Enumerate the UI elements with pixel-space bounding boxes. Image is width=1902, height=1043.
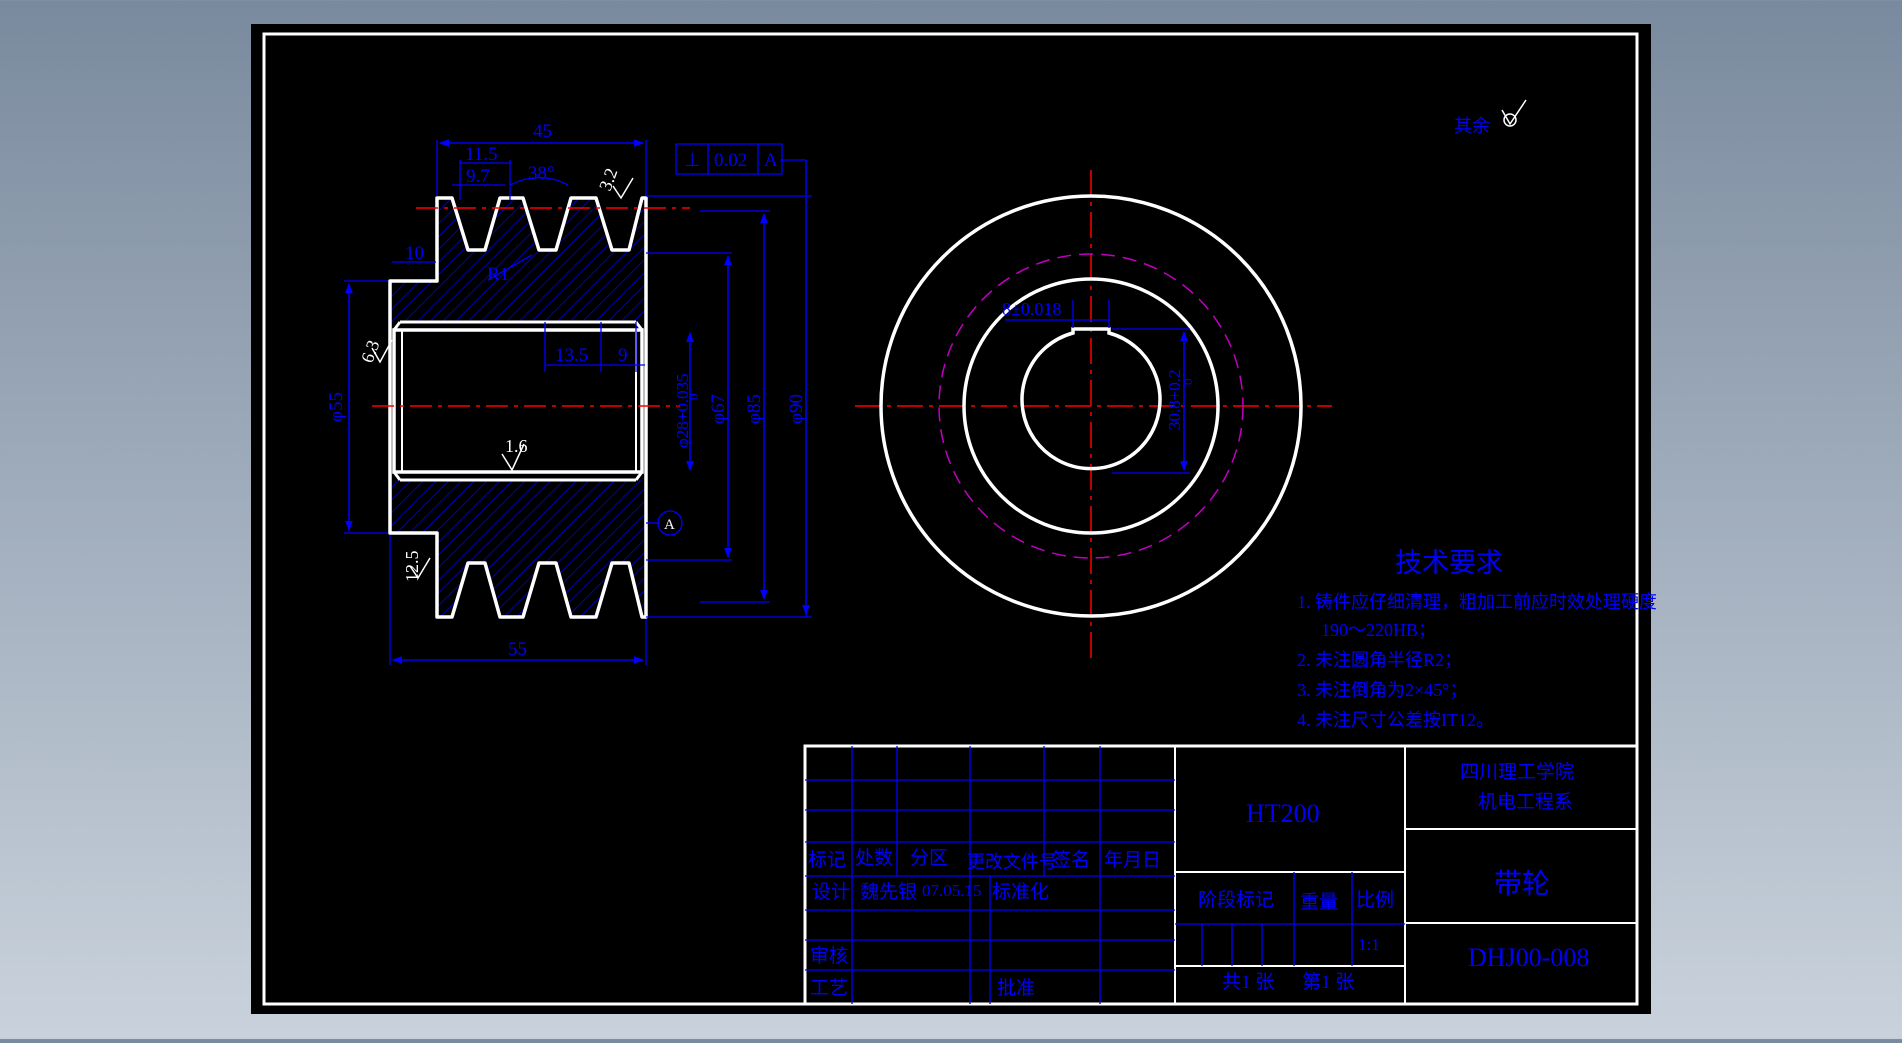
dim-45: 45 bbox=[533, 121, 552, 142]
drawing-number: DHJ00-008 bbox=[1468, 943, 1589, 972]
roughness-12-5: 12.5 bbox=[402, 551, 422, 583]
keyway-depth-dim: 30.8+0.2 bbox=[1165, 369, 1184, 430]
tech-item-1b: 190～220HB； bbox=[1321, 620, 1436, 640]
header-zone: 分区 bbox=[910, 847, 948, 869]
design-date: 07.05.15 bbox=[922, 881, 982, 900]
dim-dia-90: φ90 bbox=[786, 394, 807, 424]
dim-dia-55: φ55 bbox=[326, 392, 347, 422]
tech-requirements-title: 技术要求 bbox=[1395, 548, 1503, 578]
dim-dia-28-low: 0 bbox=[686, 394, 701, 401]
tolerance-value: 0.02 bbox=[714, 150, 747, 171]
dim-38-deg: 38° bbox=[528, 163, 555, 184]
stage-mark-label: 阶段标记 bbox=[1198, 889, 1274, 911]
approve-label: 批准 bbox=[997, 977, 1035, 999]
dim-dia-67: φ67 bbox=[708, 394, 729, 424]
tolerance-datum: A bbox=[764, 150, 778, 171]
weight-label: 重量 bbox=[1300, 891, 1338, 913]
dim-13-5: 13.5 bbox=[555, 345, 588, 366]
roughness-1-6: 1.6 bbox=[505, 436, 528, 456]
designer-name: 魏先银 bbox=[860, 881, 917, 903]
header-change-doc: 更改文件号 bbox=[967, 852, 1057, 872]
dim-r1: R1 bbox=[487, 264, 509, 285]
school-name: 四川理工学院 bbox=[1460, 761, 1574, 783]
dim-11-5: 11.5 bbox=[465, 144, 498, 165]
drawing-canvas: 45 11.5 9.7 38° 10 R1 13.5 9 55 φ55 φ28+… bbox=[251, 24, 1657, 1014]
keyway-depth-low: 0 bbox=[1180, 379, 1195, 386]
dim-10: 10 bbox=[405, 243, 424, 264]
scale-value: 1:1 bbox=[1358, 935, 1380, 954]
dim-dia-85: φ85 bbox=[744, 394, 765, 424]
tech-item-2: 2. 未注圆角半径R2； bbox=[1297, 650, 1462, 670]
keyway-width-dim: 8±0.018 bbox=[1002, 299, 1061, 319]
material-value: HT200 bbox=[1246, 799, 1320, 828]
dim-9: 9 bbox=[618, 345, 628, 366]
header-date: 年月日 bbox=[1104, 849, 1161, 871]
dim-dia-28: φ28+0.035 bbox=[673, 373, 692, 448]
process-label: 工艺 bbox=[810, 977, 848, 999]
surface-note-label: 其余 bbox=[1454, 116, 1490, 136]
dim-55-bottom: 55 bbox=[508, 639, 527, 660]
department-name: 机电工程系 bbox=[1478, 791, 1573, 813]
review-label: 审核 bbox=[810, 945, 848, 967]
header-mark: 标记 bbox=[808, 849, 846, 871]
dim-9-7: 9.7 bbox=[466, 166, 490, 187]
tech-item-1: 1. 铸件应仔细清理，粗加工前应时效处理硬度 bbox=[1297, 592, 1657, 612]
scale-label: 比例 bbox=[1356, 889, 1394, 911]
header-sign: 签名 bbox=[1052, 849, 1090, 871]
tolerance-symbol: ⊥ bbox=[684, 150, 701, 171]
design-label: 设计 bbox=[812, 881, 850, 903]
datum-a-label: A bbox=[664, 517, 675, 533]
header-count: 处数 bbox=[855, 847, 893, 869]
tech-item-3: 3. 未注倒角为2×45°； bbox=[1297, 680, 1467, 700]
sheets-total: 共1 张 bbox=[1222, 971, 1274, 993]
part-name: 带轮 bbox=[1494, 868, 1550, 900]
sheet-number: 第1 张 bbox=[1302, 971, 1354, 993]
tech-item-4: 4. 未注尺寸公差按IT12。 bbox=[1297, 710, 1494, 730]
standardize-label: 标准化 bbox=[992, 881, 1049, 903]
